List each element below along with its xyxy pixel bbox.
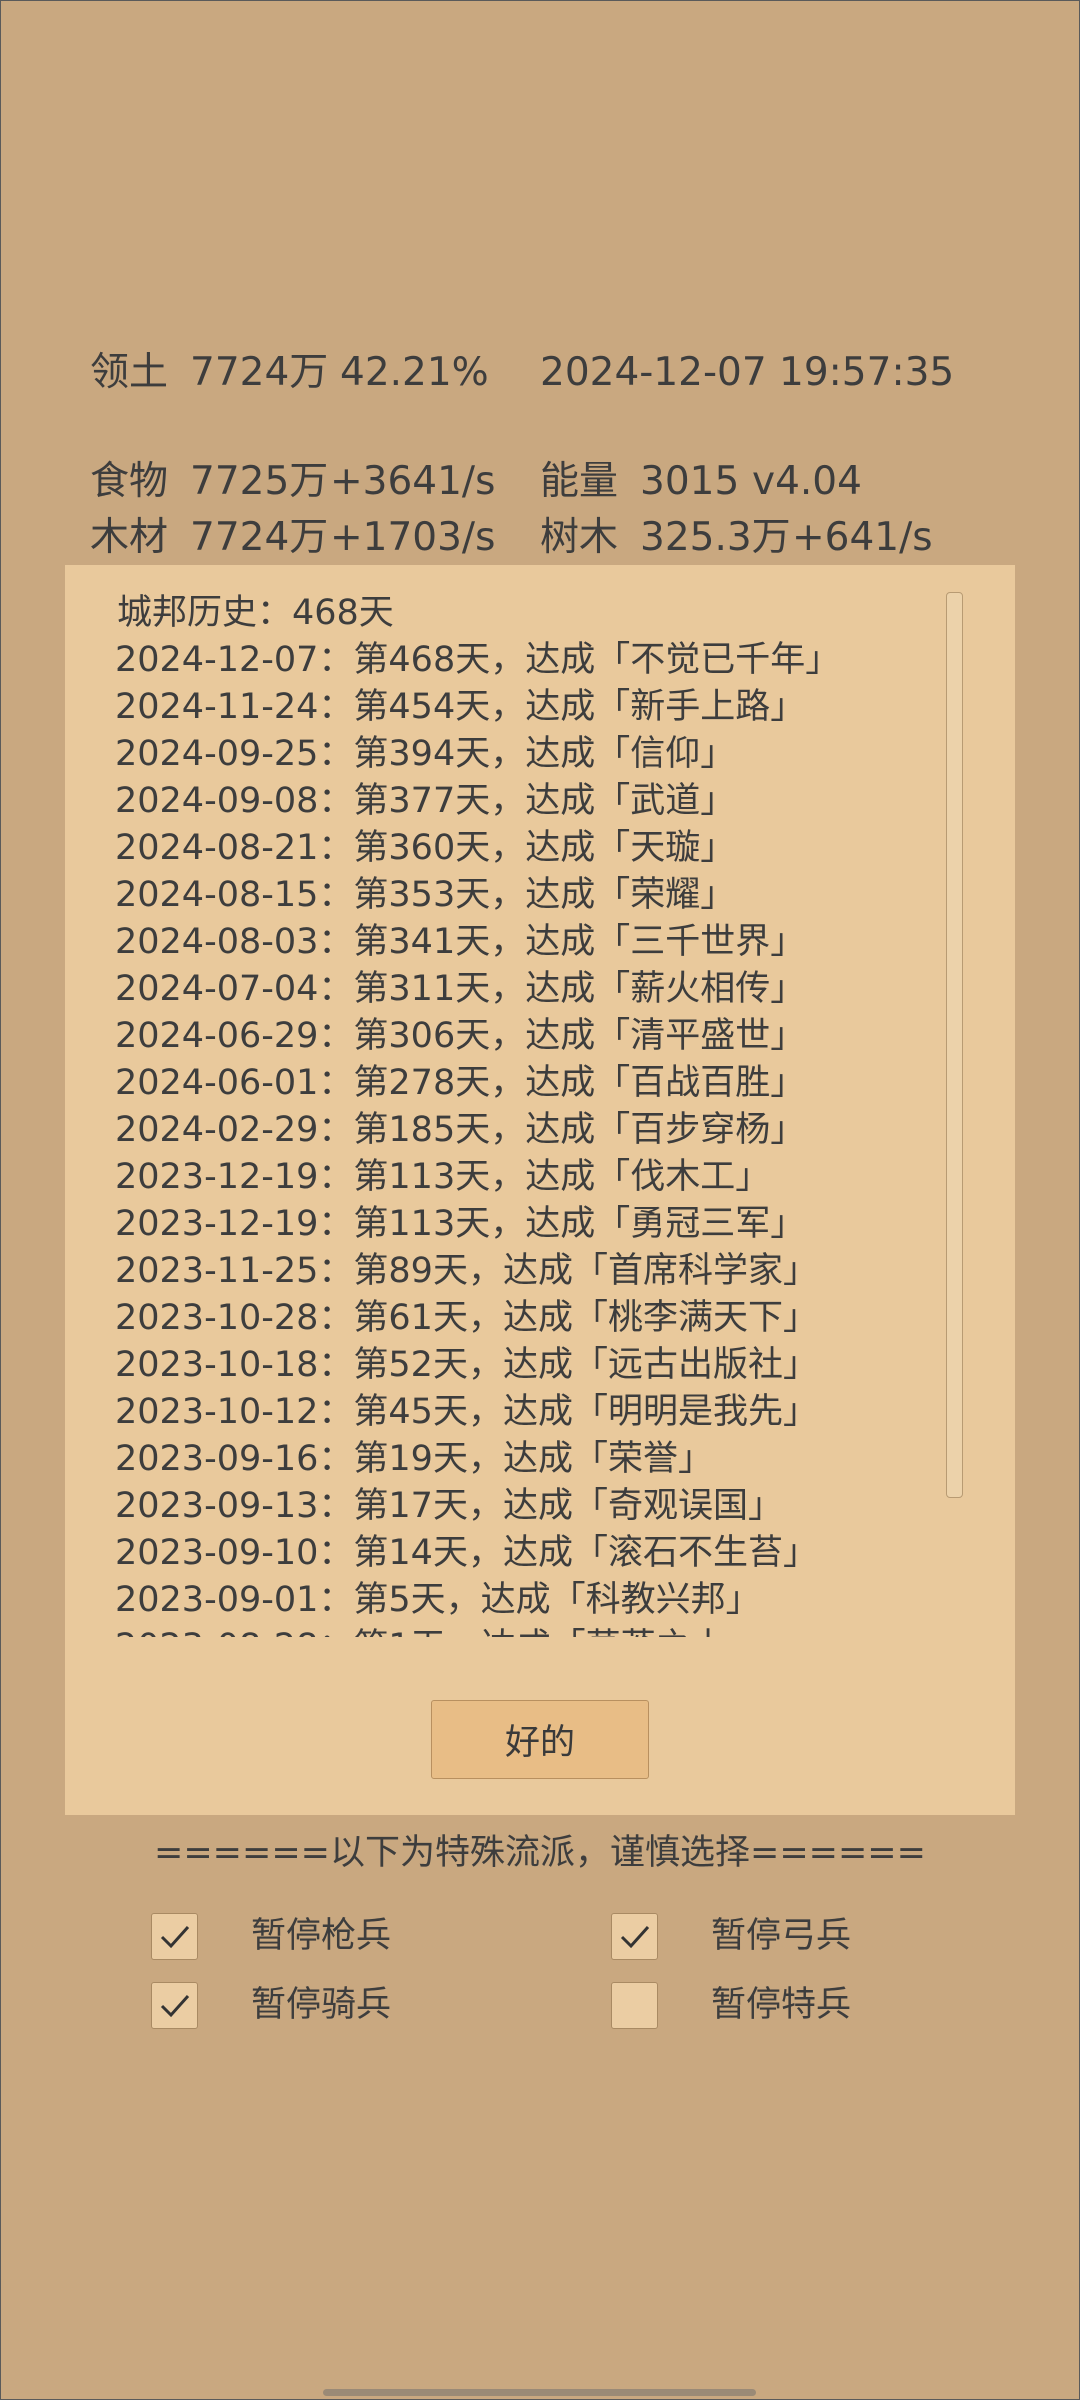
history-entry: 2023-12-19：第113天，达成「伐木工」: [115, 1157, 771, 1197]
check-icon: [160, 1994, 190, 2018]
history-entry: 2023-12-19：第113天，达成「勇冠三军」: [115, 1204, 806, 1244]
history-entry: 2023-11-25：第89天，达成「首席科学家」: [115, 1251, 818, 1291]
history-dialog: 城邦历史：468天 2024-12-07：第468天，达成「不觉已千年」 2024…: [65, 565, 1015, 1815]
energy-value: 3015: [640, 459, 740, 504]
datetime-display: 2024-12-07 19:57:35: [540, 350, 955, 395]
history-entry: 2023-10-18：第52天，达成「远古出版社」: [115, 1345, 818, 1385]
history-entry: 2024-08-03：第341天，达成「三千世界」: [115, 922, 806, 962]
history-entry: 2024-12-07：第468天，达成「不觉已千年」: [115, 640, 841, 680]
history-entry: 2024-09-08：第377天，达成「武道」: [115, 781, 736, 821]
check-icon: [160, 1925, 190, 1949]
history-title: 城邦历史：468天: [117, 593, 394, 633]
history-entry: 2023-10-12：第45天，达成「明明是我先」: [115, 1392, 818, 1432]
pause-special-troops-label: 暂停特兵: [711, 1985, 852, 2025]
history-entry: 2024-06-29：第306天，达成「清平盛世」: [115, 1016, 806, 1056]
history-entry: 2023-09-16：第19天，达成「荣誉」: [115, 1439, 713, 1479]
home-indicator[interactable]: [323, 2389, 756, 2396]
pause-special-troops-checkbox[interactable]: [611, 1982, 658, 2029]
history-entry: 2023-09-13：第17天，达成「奇观误国」: [115, 1486, 783, 1526]
pause-cavalry-label: 暂停骑兵: [251, 1985, 392, 2025]
history-entry: 2023-08-28：第1天，达成「草莽之士」: [115, 1630, 761, 1638]
ok-button[interactable]: 好的: [431, 1700, 649, 1779]
history-scroll-area[interactable]: 城邦历史：468天 2024-12-07：第468天，达成「不觉已千年」 2024…: [115, 587, 985, 1638]
food-rate: +3641/s: [330, 459, 496, 504]
trees-label: 树木: [540, 515, 619, 560]
trees-rate: +641/s: [792, 515, 933, 560]
energy-label: 能量: [540, 459, 619, 504]
trees-value: 325.3万: [640, 515, 791, 560]
food-value: 7725万: [190, 459, 329, 504]
history-scrollbar[interactable]: [946, 592, 963, 1498]
pause-spearmen-label: 暂停枪兵: [251, 1916, 392, 1956]
territory-percent: 42.21%: [340, 350, 489, 395]
history-entry: 2024-08-21：第360天，达成「天璇」: [115, 828, 736, 868]
history-entry: 2023-09-10：第14天，达成「滚石不生苔」: [115, 1533, 818, 1573]
history-entry: 2024-11-24：第454天，达成「新手上路」: [115, 687, 806, 727]
pause-archers-label: 暂停弓兵: [711, 1916, 852, 1956]
lumber-value: 7724万: [190, 515, 329, 560]
pause-spearmen-checkbox[interactable]: [151, 1913, 198, 1960]
version-label: v4.04: [752, 459, 862, 504]
history-entry: 2024-06-01：第278天，达成「百战百胜」: [115, 1063, 806, 1103]
lumber-label: 木材: [90, 515, 169, 560]
history-entry: 2023-09-01：第5天，达成「科教兴邦」: [115, 1580, 761, 1620]
history-entry: 2024-09-25：第394天，达成「信仰」: [115, 734, 736, 774]
pause-cavalry-checkbox[interactable]: [151, 1982, 198, 2029]
history-entry: 2024-02-29：第185天，达成「百步穿杨」: [115, 1110, 806, 1150]
history-entry: 2023-10-28：第61天，达成「桃李满天下」: [115, 1298, 818, 1338]
territory-value: 7724万: [190, 350, 329, 395]
food-label: 食物: [90, 459, 169, 504]
check-icon: [620, 1925, 650, 1949]
lumber-rate: +1703/s: [330, 515, 496, 560]
pause-archers-checkbox[interactable]: [611, 1913, 658, 1960]
history-entry: 2024-07-04：第311天，达成「薪火相传」: [115, 969, 806, 1009]
territory-label: 领土: [90, 350, 169, 395]
special-strategy-divider: ======以下为特殊流派，谨慎选择======: [154, 1833, 926, 1873]
history-entry: 2024-08-15：第353天，达成「荣耀」: [115, 875, 736, 915]
